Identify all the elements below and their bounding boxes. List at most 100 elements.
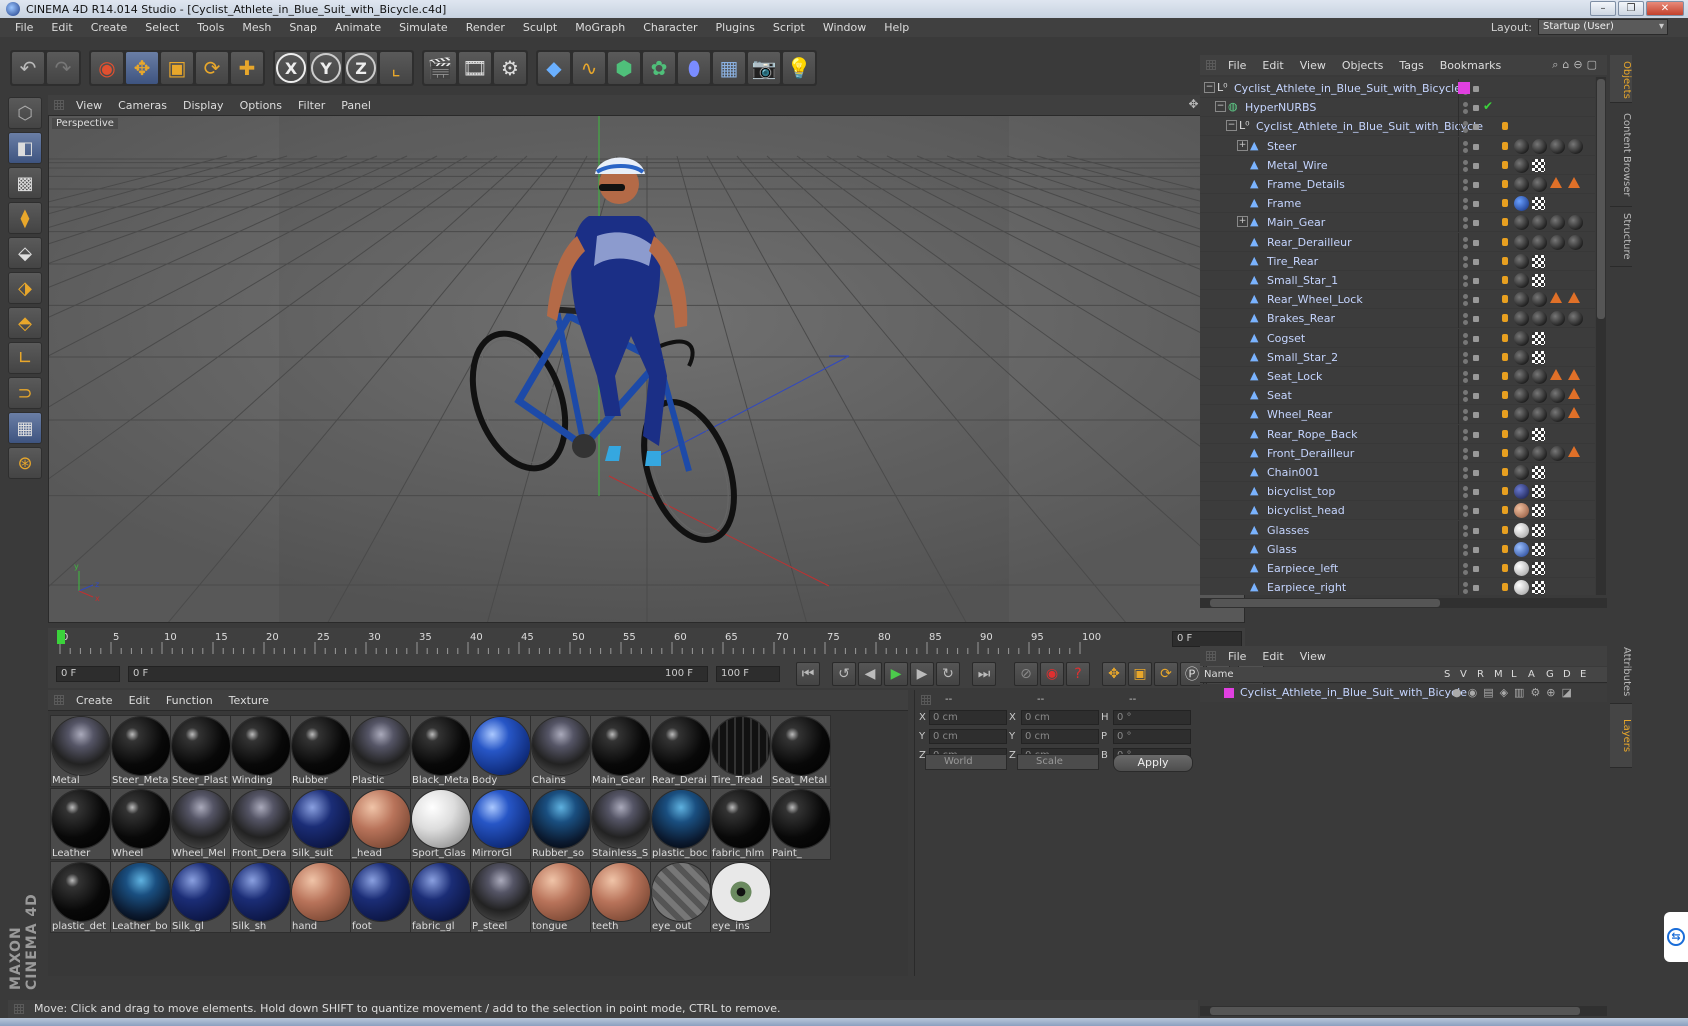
- live-selection-icon[interactable]: ◉: [90, 51, 124, 85]
- uvw-tag-icon[interactable]: [1532, 331, 1545, 345]
- next-key-icon[interactable]: ↻: [936, 662, 960, 686]
- enabled-dot[interactable]: [1473, 412, 1479, 419]
- side-tab-structure[interactable]: Structure: [1610, 207, 1632, 267]
- enabled-check-icon[interactable]: ✔: [1483, 99, 1493, 113]
- material-tag-icon[interactable]: [1514, 484, 1529, 500]
- search-icon[interactable]: ⌕: [1552, 58, 1562, 71]
- start-frame-field[interactable]: 0 F: [56, 666, 120, 682]
- uvw-tag-icon[interactable]: [1532, 274, 1545, 287]
- visibility-flags[interactable]: [1458, 175, 1498, 194]
- layout-dropdown[interactable]: Startup (User): [1538, 19, 1668, 35]
- viewport-menu-view[interactable]: View: [68, 99, 110, 112]
- material-tag-icon[interactable]: [1514, 273, 1529, 288]
- object-row-rear-wheel-lock[interactable]: ▲ Rear_Wheel_Lock: [1200, 290, 1595, 310]
- material-paint[interactable]: Paint_: [770, 788, 831, 860]
- selection-tag-icon[interactable]: [1568, 388, 1580, 400]
- uvw-tag-icon[interactable]: [1532, 581, 1545, 595]
- object-row-frame-details[interactable]: ▲ Frame_Details: [1200, 175, 1595, 194]
- menu-snap[interactable]: Snap: [280, 21, 326, 34]
- layer-column-r[interactable]: R: [1477, 669, 1484, 680]
- material-leather-bo[interactable]: Leather_bo: [110, 861, 171, 933]
- material-steer-meta[interactable]: Steer_Meta: [110, 715, 171, 787]
- keyframe-selection-icon[interactable]: ?: [1066, 662, 1090, 686]
- array-icon[interactable]: ✿: [642, 51, 676, 85]
- visibility-flags[interactable]: [1458, 443, 1498, 463]
- phong-tag-icon[interactable]: [1502, 391, 1508, 400]
- current-frame-field[interactable]: 0 F: [1172, 631, 1242, 647]
- rotate-tool-icon[interactable]: ⟳: [195, 51, 229, 85]
- enabled-dot[interactable]: [1473, 297, 1479, 304]
- visibility-flags[interactable]: [1458, 213, 1498, 233]
- viewport-menu-cameras[interactable]: Cameras: [110, 99, 175, 112]
- enabled-dot[interactable]: [1473, 201, 1479, 208]
- material-tag-icon[interactable]: [1514, 369, 1529, 384]
- phong-tag-icon[interactable]: [1502, 429, 1508, 438]
- phong-tag-icon[interactable]: [1502, 295, 1508, 304]
- visibility-flags[interactable]: [1458, 194, 1498, 214]
- material-silk-gl[interactable]: Silk_gl: [170, 861, 231, 933]
- material-tag-icon[interactable]: [1532, 215, 1547, 231]
- enabled-dot[interactable]: [1473, 316, 1479, 323]
- enabled-dot[interactable]: [1473, 374, 1479, 380]
- phong-tag-icon[interactable]: [1502, 525, 1508, 534]
- render-picture-viewer-icon[interactable]: 🎞: [458, 51, 492, 85]
- object-list-vertical-scrollbar[interactable]: [1596, 77, 1606, 595]
- phong-tag-icon[interactable]: [1502, 199, 1508, 208]
- visibility-flags[interactable]: [1458, 232, 1498, 252]
- visibility-flags[interactable]: [1458, 367, 1498, 386]
- menu-mesh[interactable]: Mesh: [233, 21, 280, 34]
- material-menu-create[interactable]: Create: [68, 694, 121, 707]
- visibility-flags[interactable]: [1458, 117, 1498, 137]
- collapse-icon[interactable]: −: [1215, 101, 1226, 113]
- expand-icon[interactable]: +: [1237, 216, 1248, 228]
- layer-column-m[interactable]: M: [1494, 669, 1503, 680]
- object-menu-tags[interactable]: Tags: [1391, 59, 1431, 72]
- phong-tag-icon[interactable]: [1502, 564, 1508, 572]
- material-tag-icon[interactable]: [1550, 388, 1565, 404]
- enabled-dot[interactable]: [1473, 278, 1479, 284]
- render-visibility-dot[interactable]: [1463, 301, 1468, 307]
- autokeying-icon[interactable]: ◉: [1040, 662, 1064, 686]
- material-wheel[interactable]: Wheel: [110, 788, 171, 860]
- phong-tag-icon[interactable]: [1502, 410, 1508, 419]
- uvw-tag-icon[interactable]: [1532, 504, 1545, 518]
- visibility-flags[interactable]: [1458, 539, 1498, 559]
- layer-color-tag[interactable]: [1458, 82, 1470, 94]
- layer-row[interactable]: Cyclist_Athlete_in_Blue_Suit_with_Bicycl…: [1200, 684, 1607, 702]
- render-visibility-dot[interactable]: [1463, 454, 1468, 460]
- render-visibility-dot[interactable]: [1463, 243, 1468, 249]
- material-plastic-boc[interactable]: plastic_boc: [650, 788, 711, 860]
- object-row-glass[interactable]: ▲ Glass: [1200, 539, 1595, 559]
- menu-animate[interactable]: Animate: [326, 21, 390, 34]
- enabled-dot[interactable]: [1473, 258, 1479, 265]
- material-tag-icon[interactable]: [1550, 234, 1565, 250]
- material-tag-icon[interactable]: [1514, 253, 1529, 269]
- render-visibility-dot[interactable]: [1463, 531, 1468, 537]
- selection-tag-icon[interactable]: [1568, 177, 1580, 188]
- z-axis-lock-icon[interactable]: Z: [344, 51, 378, 85]
- render-visibility-dot[interactable]: [1463, 435, 1468, 441]
- enabled-dot[interactable]: [1473, 431, 1479, 438]
- material-tag-icon[interactable]: [1532, 388, 1547, 404]
- visibility-flags[interactable]: [1458, 251, 1498, 271]
- material-tongue[interactable]: tongue: [530, 861, 591, 933]
- editor-visibility-dot[interactable]: [1463, 313, 1468, 319]
- material-tag-icon[interactable]: [1514, 465, 1529, 480]
- material-seat-metal[interactable]: Seat_Metal: [770, 715, 831, 787]
- spline-icon[interactable]: ∿: [572, 51, 606, 85]
- phong-tag-icon[interactable]: [1502, 141, 1508, 150]
- material-p-steel[interactable]: P_steel: [470, 861, 531, 933]
- editor-visibility-dot[interactable]: [1463, 428, 1468, 434]
- visibility-flags[interactable]: [1458, 463, 1498, 482]
- material-tag-icon[interactable]: [1514, 580, 1529, 595]
- material-menu-texture[interactable]: Texture: [221, 694, 277, 707]
- material-chains[interactable]: Chains: [530, 715, 591, 787]
- render-visibility-dot[interactable]: [1463, 320, 1468, 326]
- object-row-seat-lock[interactable]: ▲ Seat_Lock: [1200, 367, 1595, 386]
- layer-column-name[interactable]: Name: [1204, 669, 1234, 680]
- enabled-dot[interactable]: [1473, 489, 1479, 496]
- object-row-earpiece-left[interactable]: ▲ Earpiece_left: [1200, 559, 1595, 578]
- render-visibility-dot[interactable]: [1463, 339, 1468, 345]
- tweak-mode-icon[interactable]: ⊃: [8, 377, 42, 409]
- material-tag-icon[interactable]: [1514, 215, 1529, 231]
